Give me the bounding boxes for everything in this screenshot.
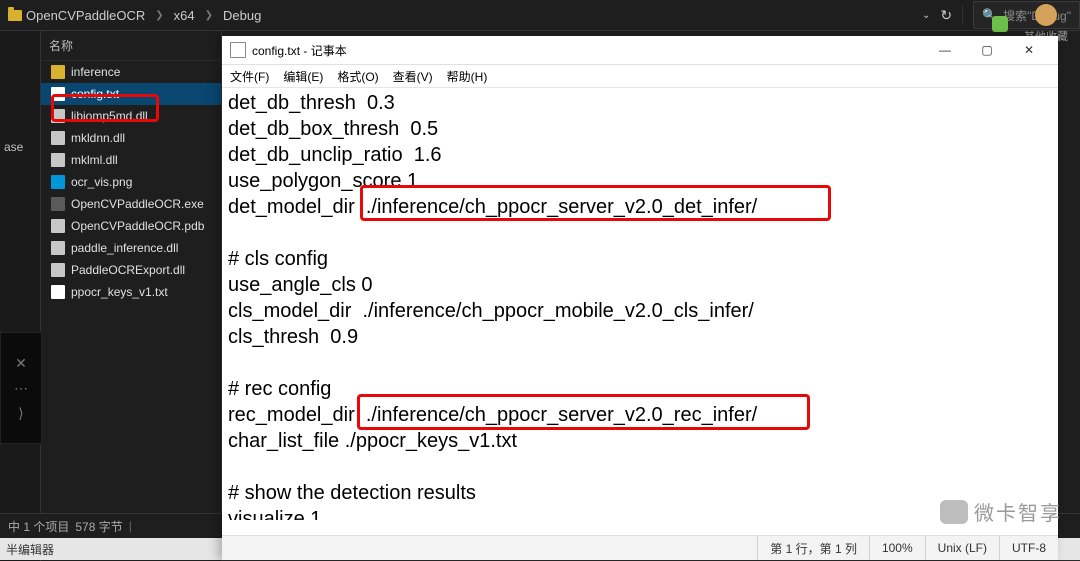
file-row[interactable]: PaddleOCRExport.dll	[41, 259, 221, 281]
breadcrumb-item[interactable]: x64	[174, 8, 195, 23]
breadcrumb-label: OpenCVPaddleOCR	[26, 8, 145, 23]
chevron-right-icon: ❯	[155, 10, 163, 21]
notepad-textarea[interactable]: det_db_thresh 0.3 det_db_box_thresh 0.5 …	[222, 88, 1058, 520]
dll-icon	[51, 131, 65, 145]
evernote-icon[interactable]	[992, 16, 1008, 32]
file-name: mklml.dll	[71, 153, 118, 167]
file-row[interactable]: ppocr_keys_v1.txt	[41, 281, 221, 303]
txt-icon	[51, 285, 65, 299]
file-name: OpenCVPaddleOCR.pdb	[71, 219, 204, 233]
file-row[interactable]: ocr_vis.png	[41, 171, 221, 193]
dll-icon	[51, 109, 65, 123]
txt-icon	[51, 87, 65, 101]
file-row[interactable]: inference	[41, 61, 221, 83]
menu-format[interactable]: 格式(O)	[337, 68, 378, 85]
status-zoom: 100%	[869, 536, 925, 560]
file-name: ocr_vis.png	[71, 175, 132, 189]
breadcrumb-item[interactable]: OpenCVPaddleOCR	[8, 8, 145, 23]
handle-icon[interactable]: ⋯	[14, 380, 28, 397]
menu-file[interactable]: 文件(F)	[230, 68, 269, 85]
status-caret-pos: 第 1 行，第 1 列	[757, 536, 869, 560]
history-dropdown[interactable]: ⌄	[922, 10, 930, 21]
minimize-button[interactable]: —	[924, 36, 966, 64]
window-title: config.txt - 记事本	[252, 42, 347, 59]
watermark-text: 微卡智享	[974, 497, 1062, 526]
exe-icon	[51, 197, 65, 211]
dll-icon	[51, 241, 65, 255]
file-name: inference	[71, 65, 120, 79]
file-name: OpenCVPaddleOCR.exe	[71, 197, 204, 211]
folder-icon	[8, 10, 22, 21]
breadcrumb-item[interactable]: Debug	[223, 8, 261, 23]
file-row[interactable]: mkldnn.dll	[41, 127, 221, 149]
breadcrumb: OpenCVPaddleOCR ❯ x64 ❯ Debug ⌄ ↻ 🔍 搜索"D…	[0, 0, 1080, 31]
folder-icon	[51, 65, 65, 79]
watermark: 微卡智享	[940, 497, 1062, 526]
dll-icon	[51, 153, 65, 167]
png-icon	[51, 175, 65, 189]
refresh-button[interactable]: ↻	[940, 7, 952, 24]
file-row[interactable]: libiomp5md.dll	[41, 105, 221, 127]
file-row[interactable]: OpenCVPaddleOCR.pdb	[41, 215, 221, 237]
dll-icon	[51, 219, 65, 233]
file-name: PaddleOCRExport.dll	[71, 263, 185, 277]
file-name: ppocr_keys_v1.txt	[71, 285, 168, 299]
side-rail	[0, 31, 41, 561]
close-button[interactable]: ✕	[1008, 36, 1050, 64]
notepad-menubar: 文件(F) 编辑(E) 格式(O) 查看(V) 帮助(H)	[222, 65, 1058, 88]
file-row[interactable]: paddle_inference.dll	[41, 237, 221, 259]
maximize-button[interactable]: ▢	[966, 36, 1008, 64]
menu-help[interactable]: 帮助(H)	[447, 68, 488, 85]
notepad-statusbar: 第 1 行，第 1 列 100% Unix (LF) UTF-8	[222, 535, 1058, 560]
status-encoding: UTF-8	[999, 536, 1058, 560]
chevron-right-icon: ❯	[205, 10, 213, 21]
notepad-titlebar[interactable]: config.txt - 记事本 — ▢ ✕	[222, 36, 1058, 65]
file-name: config.txt	[71, 87, 119, 101]
dll-icon	[51, 263, 65, 277]
status-size: 578 字节	[75, 518, 122, 535]
notepad-window: config.txt - 记事本 — ▢ ✕ 文件(F) 编辑(E) 格式(O)…	[222, 36, 1058, 560]
side-toolbox: ✕ ⋯ ⟩	[0, 332, 42, 444]
status-eol: Unix (LF)	[925, 536, 999, 560]
user-avatar[interactable]	[1035, 4, 1057, 26]
file-list-panel: 名称 inference config.txt libiomp5md.dll mkld…	[41, 31, 222, 561]
file-name: mkldnn.dll	[71, 131, 125, 145]
menu-view[interactable]: 查看(V)	[393, 68, 433, 85]
file-row[interactable]: mklml.dll	[41, 149, 221, 171]
arrow-icon[interactable]: ⟩	[18, 405, 23, 422]
truncated-label: ase	[4, 140, 23, 154]
wechat-icon	[940, 500, 968, 524]
status-selection: 中 1 个项目	[8, 518, 69, 535]
file-name: libiomp5md.dll	[71, 109, 148, 123]
notepad-icon	[230, 42, 246, 58]
file-row[interactable]: OpenCVPaddleOCR.exe	[41, 193, 221, 215]
column-header-name[interactable]: 名称	[41, 31, 221, 61]
file-row[interactable]: config.txt	[41, 83, 221, 105]
file-name: paddle_inference.dll	[71, 241, 178, 255]
close-icon[interactable]: ✕	[15, 355, 27, 372]
menu-edit[interactable]: 编辑(E)	[283, 68, 323, 85]
